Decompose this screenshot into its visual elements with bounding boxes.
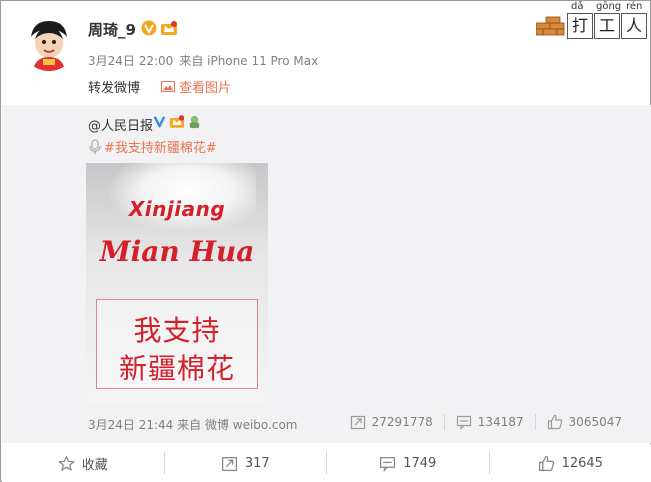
avatar[interactable] xyxy=(21,15,77,71)
favorite-label: 收藏 xyxy=(81,457,108,473)
worker-sticker: dǎ gōng rén 打 工 人 xyxy=(534,1,650,41)
comment-count: 1749 xyxy=(403,455,437,471)
original-stats: 27291778 134187 3065047 xyxy=(339,414,633,430)
original-time[interactable]: 3月24日 21:44 xyxy=(88,418,173,432)
original-like-count[interactable]: 3065047 xyxy=(534,414,633,430)
post-image[interactable]: Xinjiang Mian Hua 我支持 新疆棉花 xyxy=(86,163,268,404)
avatar-cartoon-icon xyxy=(22,16,76,71)
poster-xinjiang-text: Xinjiang xyxy=(128,197,226,221)
topic-microphone-icon xyxy=(89,138,101,154)
thumbs-up-icon xyxy=(538,455,554,471)
verified-v-icon[interactable] xyxy=(141,20,157,36)
original-repost-count[interactable]: 27291778 xyxy=(339,414,444,430)
comment-icon xyxy=(380,456,396,472)
thumbs-up-icon xyxy=(547,414,562,430)
char-gong: 工 xyxy=(594,13,620,39)
verified-blue-v-icon[interactable] xyxy=(152,114,167,129)
repost-button[interactable]: 317 xyxy=(163,452,327,474)
original-comment-count[interactable]: 134187 xyxy=(443,414,535,430)
comment-button[interactable]: 1749 xyxy=(326,452,489,474)
topic-hashtag[interactable]: #我支持新疆棉花# xyxy=(88,137,217,156)
star-icon xyxy=(58,455,75,471)
soldier-badge-icon[interactable] xyxy=(187,114,202,129)
post-username[interactable]: 周琦_9 xyxy=(88,19,136,40)
like-count: 12645 xyxy=(561,455,603,471)
brick-wall-icon xyxy=(536,16,565,36)
comment-icon xyxy=(456,415,471,430)
pinyin-gong: gōng xyxy=(596,1,622,12)
view-picture-link[interactable]: 查看图片 xyxy=(161,77,231,96)
original-repost-value: 27291778 xyxy=(371,415,433,429)
weibo-post-card: 周琦_9 3月24日 22:00 来自 iPhone 11 Pro Max 转发微… xyxy=(0,0,651,482)
post-text: 转发微博 xyxy=(88,81,141,96)
post-meta: 3月24日 22:00 来自 iPhone 11 Pro Max xyxy=(88,52,318,69)
pinyin-da: dǎ xyxy=(571,1,584,12)
member-crown-icon[interactable] xyxy=(169,114,185,129)
like-button[interactable]: 12645 xyxy=(488,452,651,474)
reposted-weibo: @人民日报 #我支持新疆棉花# Xinjiang Mian Hua 我支持 新疆… xyxy=(2,105,651,443)
original-author[interactable]: @人民日报 xyxy=(88,115,153,134)
repost-icon xyxy=(221,456,237,471)
poster-mianhua-text: Mian Hua xyxy=(99,235,255,268)
char-da: 打 xyxy=(567,13,593,39)
favorite-button[interactable]: 收藏 xyxy=(2,452,164,474)
pinyin-ren: rén xyxy=(626,1,643,12)
original-source: 来自 微博 weibo.com xyxy=(177,418,298,432)
original-comment-value: 134187 xyxy=(477,415,524,429)
hashtag-text: #我支持新疆棉花# xyxy=(104,141,217,156)
poster-cn-line2: 新疆棉花 xyxy=(118,352,235,385)
user-badges xyxy=(141,20,178,36)
char-ren: 人 xyxy=(621,13,647,39)
repost-count: 317 xyxy=(244,455,270,471)
action-bar: 收藏 317 1749 12645 xyxy=(2,444,651,482)
poster-cn-line1: 我支持 xyxy=(133,314,221,347)
post-source: 来自 iPhone 11 Pro Max xyxy=(179,54,319,68)
original-meta: 3月24日 21:44 来自 微博 weibo.com xyxy=(88,416,298,433)
member-crown-icon[interactable] xyxy=(160,20,178,36)
repost-icon xyxy=(350,415,365,430)
original-like-value: 3065047 xyxy=(568,415,622,429)
original-author-badges xyxy=(152,114,202,129)
view-picture-label: 查看图片 xyxy=(179,81,232,96)
image-icon xyxy=(161,81,175,92)
post-time[interactable]: 3月24日 22:00 xyxy=(88,54,173,68)
